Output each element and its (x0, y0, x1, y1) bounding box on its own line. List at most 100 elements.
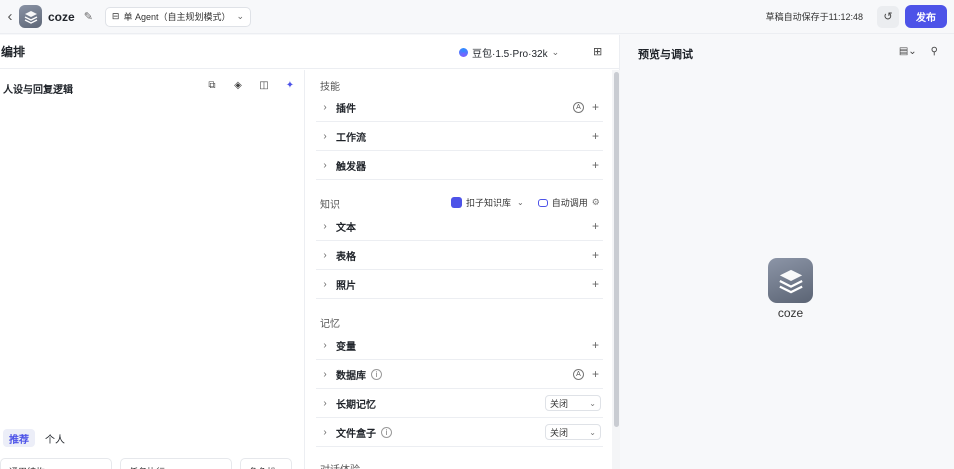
long-memory-select[interactable]: 关闭 ⌄ (545, 395, 601, 411)
publish-button[interactable]: 发布 (905, 5, 947, 28)
plus-icon[interactable]: + (592, 158, 599, 172)
chevron-right-icon: › (323, 130, 327, 142)
knowledge-source-select[interactable]: 扣子知识库 (466, 196, 511, 209)
wrench-icon[interactable]: ⚲ (931, 46, 938, 57)
file-box-row[interactable]: › 文件盒子 i 关闭 ⌄ (316, 418, 603, 447)
plus-icon[interactable]: + (592, 338, 599, 352)
plugins-row[interactable]: › 插件 A + (316, 93, 603, 122)
row-label: 插件 (336, 103, 356, 115)
chevron-right-icon: › (323, 249, 327, 261)
editor-header: 编排 豆包·1.5·Pro·32k ⌄ ⊞ (0, 35, 619, 69)
auto-call-label: 自动调用 (551, 198, 588, 208)
editor-panel: 编排 豆包·1.5·Pro·32k ⌄ ⊞ 人设与回复逻辑 ⧉ ◈ ◫ ✦ 推荐… (0, 35, 620, 469)
sparkle-icon[interactable]: ✦ (277, 80, 303, 91)
auto-call-toggle[interactable]: 自动调用 ⚙ (537, 196, 600, 209)
chevron-down-icon: ⌄ (589, 427, 596, 437)
row-label: 文件盒子 (336, 428, 376, 440)
trigger-row[interactable]: › 触发器 + (316, 151, 603, 180)
template-card[interactable]: 角色扮 (240, 458, 292, 469)
app-logo (19, 5, 42, 28)
long-memory-row[interactable]: › 长期记忆 关闭 ⌄ (316, 389, 603, 418)
text-row[interactable]: › 文本 + (316, 212, 603, 241)
preview-toolbar: ▤⌄ ⚲ (885, 46, 938, 57)
tab-recommended[interactable]: 推荐 (3, 429, 35, 447)
photo-row[interactable]: › 照片 + (316, 270, 603, 299)
table-row[interactable]: › 表格 + (316, 241, 603, 270)
agent-icon: ⊟ (111, 11, 120, 21)
workflow-row[interactable]: › 工作流 + (316, 122, 603, 151)
tab-personal[interactable]: 个人 (39, 429, 71, 447)
memory-section-label: 记忆 (320, 319, 340, 330)
editor-title: 编排 (1, 45, 26, 59)
skills-section-label: 技能 (320, 82, 340, 93)
compare-icon[interactable]: ◫ (251, 80, 277, 91)
history-button[interactable]: ↺ (877, 5, 899, 28)
top-bar: ‹ coze ✎ ⊟ 单 Agent（自主规划模式） ⌄ 草稿自动保存于11:1… (0, 0, 954, 34)
database-row[interactable]: › 数据库 i A + (316, 360, 603, 389)
grid-icon[interactable]: ⊞ (593, 45, 602, 58)
select-value: 关闭 (550, 398, 569, 409)
row-label: 文本 (336, 222, 356, 234)
row-label: 照片 (336, 280, 356, 292)
knowledge-base-icon (451, 197, 462, 208)
chevron-right-icon: › (323, 220, 327, 232)
gear-icon[interactable]: ⚙ (592, 197, 600, 208)
info-icon[interactable]: i (381, 426, 392, 438)
chevron-left-icon[interactable]: ‹ (3, 8, 17, 25)
template-tabs: 推荐 个人 (3, 429, 75, 447)
template-list: 通用结构 任务执行 角色扮 (0, 458, 300, 469)
plus-icon[interactable]: + (592, 219, 599, 233)
auto-icon[interactable]: A (572, 368, 584, 380)
row-label: 长期记忆 (336, 399, 376, 411)
chevron-down-icon: ⌄ (551, 47, 560, 57)
chevron-down-icon: ⌄ (236, 11, 245, 21)
tag-icon[interactable]: ◈ (225, 80, 251, 91)
edit-icon[interactable]: ✎ (84, 10, 93, 23)
persona-title: 人设与回复逻辑 (3, 85, 73, 96)
template-card[interactable]: 通用结构 (0, 458, 112, 469)
chevron-right-icon: › (323, 397, 327, 409)
bot-avatar (768, 258, 813, 303)
database-icon (537, 198, 548, 207)
select-value: 关闭 (550, 427, 569, 438)
chevron-right-icon: › (323, 278, 327, 290)
chevron-right-icon: › (323, 159, 327, 171)
template-card[interactable]: 任务执行 (120, 458, 232, 469)
row-label: 工作流 (336, 132, 366, 144)
info-icon[interactable]: i (371, 368, 382, 380)
chevron-right-icon: › (323, 368, 327, 380)
preview-title: 预览与调试 (638, 49, 693, 61)
scrollbar-thumb[interactable] (614, 72, 619, 427)
row-label: 触发器 (336, 161, 366, 173)
app-name: coze (48, 9, 75, 24)
preview-options-icon[interactable]: ▤⌄ (899, 46, 917, 57)
knowledge-section-label: 知识 (320, 200, 340, 211)
plus-icon[interactable]: + (592, 248, 599, 262)
plus-icon[interactable]: + (592, 277, 599, 291)
agent-mode-label: 单 Agent（自主规划模式） (123, 12, 231, 22)
skills-panel: 技能 › 插件 A + › 工作流 + › 触发器 + 知识 扣子知识库 ⌄ 自动… (306, 70, 613, 469)
dialog-section-label: 对话体验 (320, 461, 360, 469)
chevron-down-icon: ⌄ (589, 398, 596, 408)
plus-icon[interactable]: + (592, 129, 599, 143)
layers-icon (778, 269, 803, 293)
file-box-select[interactable]: 关闭 ⌄ (545, 424, 601, 440)
plus-icon[interactable]: + (592, 367, 599, 381)
agent-mode-select[interactable]: ⊟ 单 Agent（自主规划模式） ⌄ (104, 6, 252, 27)
model-select[interactable]: 豆包·1.5·Pro·32k ⌄ (459, 45, 559, 60)
chevron-right-icon: › (323, 426, 327, 438)
layers-icon (24, 10, 37, 24)
autosave-status: 草稿自动保存于11:12:48 (765, 12, 863, 22)
knowledge-controls: 扣子知识库 ⌄ 自动调用 ⚙ (451, 196, 600, 209)
auto-icon[interactable]: A (572, 101, 584, 113)
variables-row[interactable]: › 变量 + (316, 331, 603, 360)
preview-panel: 预览与调试 ▤⌄ ⚲ coze (622, 35, 954, 469)
persona-toolbar: ⧉ ◈ ◫ ✦ (199, 80, 303, 91)
prompt-library-icon[interactable]: ⧉ (199, 80, 225, 91)
chevron-down-icon: ⌄ (517, 198, 524, 207)
model-icon (459, 48, 468, 57)
plus-icon[interactable]: + (592, 100, 599, 114)
row-label: 变量 (336, 341, 356, 353)
bot-name: coze (777, 306, 804, 320)
chevron-right-icon: › (323, 101, 327, 113)
